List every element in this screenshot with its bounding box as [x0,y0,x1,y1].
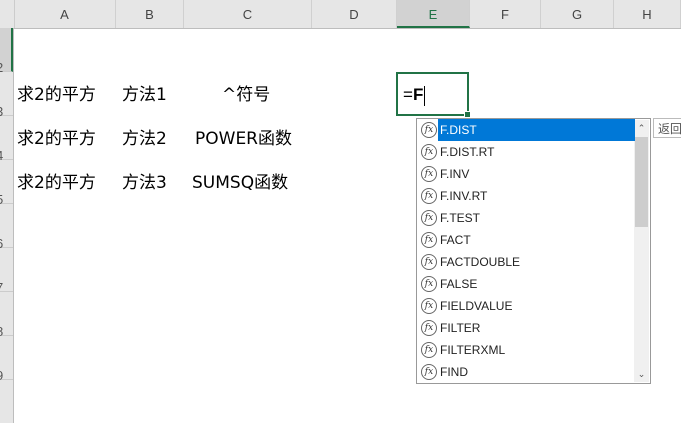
row-header-4[interactable]: 4 [0,116,13,163]
autocomplete-item[interactable]: fx F.DIST.RT [419,141,635,163]
function-icon: fx [421,144,437,160]
row-header-bar: 1 2 3 4 5 6 7 8 9 [0,28,14,423]
autocomplete-item[interactable]: fx FACTDOUBLE [419,251,635,273]
scroll-up-icon[interactable]: ⌃ [634,120,649,136]
function-icon: fx [421,320,437,336]
autocomplete-item-label: FACT [440,233,471,247]
scrollbar[interactable]: ⌃ ⌄ [634,120,649,382]
scroll-down-icon[interactable]: ⌄ [634,366,649,382]
autocomplete-item-label: FILTER [440,321,481,335]
column-header-bar: A B C D E F G H [0,0,681,29]
text-cursor [424,85,426,106]
function-autocomplete-list[interactable]: ⌃ ⌄ fx F.DIST fx F.DIST.RT fx F.INV fx F.INV.RT… [416,118,651,384]
autocomplete-item-label: F.DIST [438,119,635,141]
cell-b2[interactable]: 方法1 [122,84,167,106]
column-header-b[interactable]: B [116,0,184,28]
function-icon: fx [421,188,437,204]
autocomplete-item-label: F.DIST.RT [440,145,495,159]
autocomplete-item[interactable]: fx FALSE [419,273,635,295]
autocomplete-item-label: F.TEST [440,211,481,225]
formula-typed-text: F [412,85,424,104]
cell-c2[interactable]: ^符号 [222,84,270,106]
row-header-5[interactable]: 5 [0,160,13,207]
autocomplete-item-label: FILTERXML [440,343,506,357]
function-icon: fx [421,254,437,270]
autocomplete-item[interactable]: fx F.TEST [419,207,635,229]
function-icon: fx [421,166,437,182]
column-header-f[interactable]: F [470,0,541,28]
function-tooltip: 返回 [653,118,681,138]
function-icon: fx [421,232,437,248]
column-header-h[interactable]: H [614,0,681,28]
autocomplete-item[interactable]: fx FACT [419,229,635,251]
scroll-thumb[interactable] [635,137,648,227]
cell-c4[interactable]: SUMSQ函数 [192,172,288,194]
row-header-9[interactable]: 9 [0,336,13,383]
autocomplete-item[interactable]: fx FIND [419,361,635,383]
function-icon: fx [421,210,437,226]
autocomplete-item[interactable]: fx FIELDVALUE [419,295,635,317]
autocomplete-item-label: F.INV.RT [440,189,488,203]
select-all-button[interactable] [0,0,15,28]
function-icon: fx [421,364,437,380]
cell-edit-text[interactable]: =F [403,85,426,106]
column-header-g[interactable]: G [541,0,614,28]
autocomplete-item[interactable]: fx FILTER [419,317,635,339]
row-header-2[interactable]: 2 [0,28,13,75]
autocomplete-item[interactable]: fx F.INV.RT [419,185,635,207]
formula-equals: = [403,85,413,104]
autocomplete-item-label: FIND [440,365,468,379]
row-header-8[interactable]: 8 [0,292,13,339]
autocomplete-item-label: FACTDOUBLE [440,255,521,269]
autocomplete-item[interactable]: fx F.DIST [419,119,635,141]
autocomplete-item[interactable]: fx FILTERXML [419,339,635,361]
autocomplete-item-label: FALSE [440,277,478,291]
function-icon: fx [421,122,437,138]
cell-c3[interactable]: POWER函数 [195,128,292,150]
autocomplete-item[interactable]: fx F.INV [419,163,635,185]
column-header-c[interactable]: C [184,0,312,28]
row-header-6[interactable]: 6 [0,204,13,251]
column-header-a[interactable]: A [14,0,116,28]
column-header-e[interactable]: E [397,0,470,28]
function-icon: fx [421,276,437,292]
autocomplete-item-label: FIELDVALUE [440,299,513,313]
column-header-d[interactable]: D [312,0,397,28]
cell-b4[interactable]: 方法3 [122,172,167,194]
row-header-7[interactable]: 7 [0,248,13,295]
fill-handle[interactable] [464,111,471,118]
row-header-3[interactable]: 3 [0,72,13,119]
cell-a4[interactable]: 求2的平方 [17,172,96,194]
function-icon: fx [421,298,437,314]
function-icon: fx [421,342,437,358]
active-cell-e2[interactable]: =F [396,72,471,118]
cell-a2[interactable]: 求2的平方 [17,84,96,106]
autocomplete-item-label: F.INV [440,167,470,181]
cell-b3[interactable]: 方法2 [122,128,167,150]
cell-a3[interactable]: 求2的平方 [17,128,96,150]
